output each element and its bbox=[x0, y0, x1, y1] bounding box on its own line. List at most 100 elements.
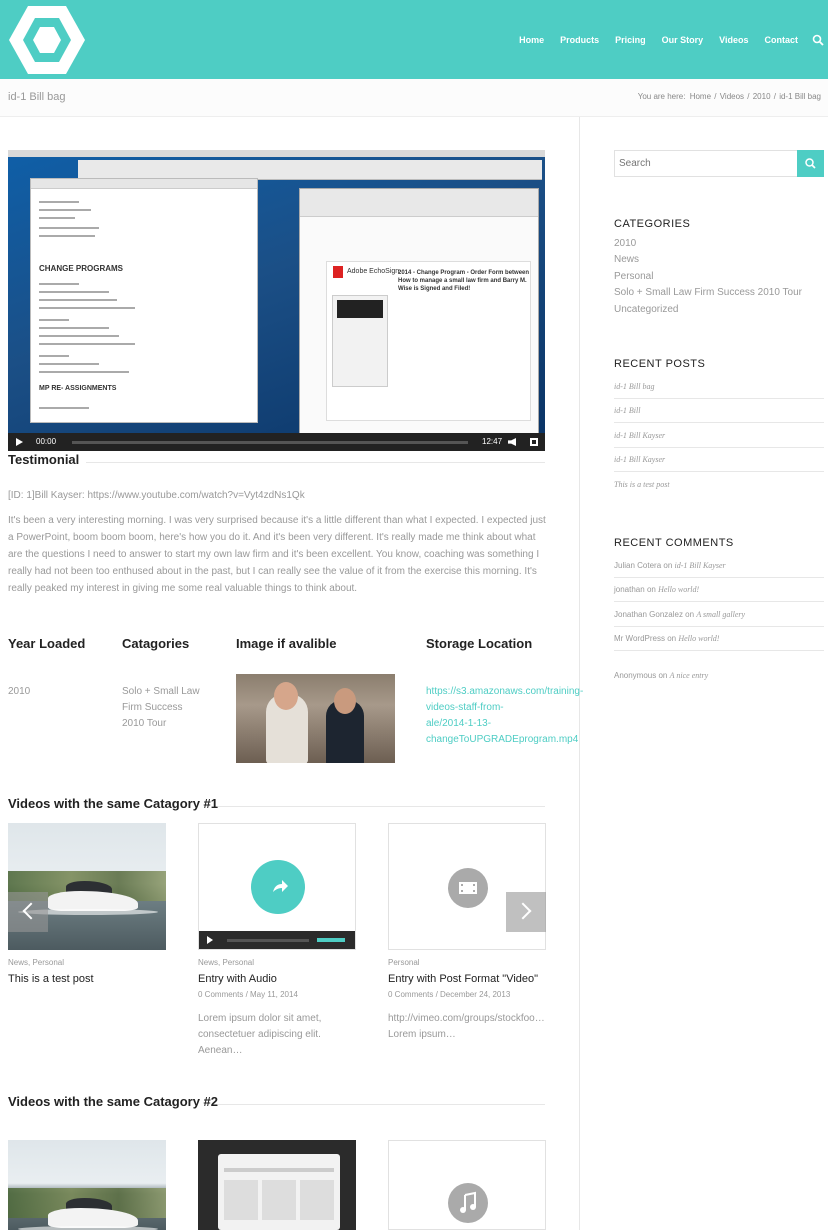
category-link[interactable]: Personal bbox=[614, 271, 653, 282]
card-image-screenshot[interactable] bbox=[198, 1140, 356, 1230]
breadcrumb-label: You are here: bbox=[637, 92, 686, 101]
card-excerpt-line: consectetuer adipiscing elit. bbox=[198, 1029, 321, 1040]
comment-post-link[interactable]: Hello world! bbox=[678, 634, 719, 643]
audio-player[interactable] bbox=[199, 931, 355, 949]
card-title[interactable]: Entry with Post Format "Video" bbox=[388, 973, 538, 985]
heading-rule bbox=[86, 462, 545, 463]
storage-link-line[interactable]: videos-staff-from- bbox=[426, 700, 583, 716]
cell-year: 2010 bbox=[8, 686, 31, 697]
video-icon bbox=[448, 868, 488, 908]
recent-post-link[interactable]: id-1 Bill bbox=[614, 406, 824, 423]
heading-rule bbox=[218, 1104, 545, 1105]
video-player[interactable]: CHANGE PROGRAMS MP RE- ASSIGNMENTS Adobe… bbox=[8, 150, 545, 451]
comment-post-link[interactable]: A nice entry bbox=[670, 671, 709, 680]
category-link[interactable]: 2010 bbox=[614, 238, 636, 249]
storage-link-line[interactable]: ale/2014-1-13- bbox=[426, 716, 583, 732]
categories-heading: CATEGORIES bbox=[614, 218, 691, 230]
comment-author[interactable]: jonathan bbox=[614, 585, 645, 594]
recent-comment: Jonathan Gonzalez on A small gallery bbox=[614, 610, 824, 627]
card-excerpt-line: http://vimeo.com/groups/stockfoo… bbox=[388, 1013, 545, 1024]
card-meta[interactable]: News, Personal bbox=[198, 958, 254, 967]
card-title[interactable]: This is a test post bbox=[8, 973, 94, 985]
search-icon bbox=[805, 158, 816, 169]
card-excerpt-line: Aenean… bbox=[198, 1045, 243, 1056]
comment-on: on bbox=[663, 561, 673, 570]
search-input[interactable] bbox=[615, 151, 797, 176]
breadcrumb-2010[interactable]: 2010 bbox=[753, 92, 771, 101]
comment-author[interactable]: Mr WordPress bbox=[614, 634, 665, 643]
category-link[interactable]: News bbox=[614, 254, 639, 265]
recent-comment: Anonymous on A nice entry bbox=[614, 671, 824, 687]
breadcrumb-videos[interactable]: Videos bbox=[720, 92, 744, 101]
comment-on: on bbox=[646, 585, 656, 594]
comment-author[interactable]: Anonymous bbox=[614, 671, 656, 680]
adobe-label: Adobe EchoSign bbox=[347, 268, 400, 275]
recent-posts-heading: RECENT POSTS bbox=[614, 358, 706, 370]
card-meta[interactable]: News, Personal bbox=[8, 958, 64, 967]
storage-link-line[interactable]: changeToUPGRADEprogram.mp4 bbox=[426, 732, 583, 748]
comment-on: on bbox=[685, 610, 695, 619]
card-excerpt-line: Lorem ipsum dolor sit amet, bbox=[198, 1013, 322, 1024]
storage-link[interactable]: https://s3.amazonaws.com/training- video… bbox=[426, 684, 583, 748]
email-title: 2014 - Change Program - Order Form betwe… bbox=[398, 270, 530, 292]
video-time-total: 12:47 bbox=[482, 437, 503, 446]
recent-comments-heading: RECENT COMMENTS bbox=[614, 537, 734, 549]
recent-post-link[interactable]: id-1 Bill bag bbox=[614, 382, 824, 399]
search-button[interactable] bbox=[797, 150, 824, 177]
card-image[interactable] bbox=[8, 1140, 166, 1230]
play-icon[interactable] bbox=[16, 438, 23, 446]
recent-post-link[interactable]: This is a test post bbox=[614, 480, 824, 496]
video-screen-window-notes: CHANGE PROGRAMS MP RE- ASSIGNMENTS bbox=[30, 178, 258, 423]
play-icon[interactable] bbox=[207, 936, 213, 944]
testimonial-photo bbox=[236, 674, 395, 763]
sidebar-divider bbox=[579, 117, 580, 1230]
logo-hexagon-icon[interactable] bbox=[8, 4, 86, 76]
testimonial-body: It's been a very interesting morning. I … bbox=[8, 515, 546, 594]
page-title: id-1 Bill bag bbox=[8, 91, 66, 103]
volume-icon[interactable] bbox=[508, 438, 516, 446]
card-meta[interactable]: Personal bbox=[388, 958, 420, 967]
video-window-heading: CHANGE PROGRAMS bbox=[39, 264, 124, 273]
recent-post-link[interactable]: id-1 Bill Kayser bbox=[614, 455, 824, 472]
music-icon bbox=[448, 1183, 488, 1223]
category-link[interactable]: Solo + Small Law Firm Success 2010 Tour bbox=[614, 287, 802, 298]
nav-pricing[interactable]: Pricing bbox=[615, 35, 646, 45]
cell-categories: Solo + Small Law Firm Success 2010 Tour bbox=[122, 684, 200, 732]
recent-comment: Mr WordPress on Hello world! bbox=[614, 634, 824, 651]
comment-post-link[interactable]: Hello world! bbox=[658, 585, 699, 594]
related-heading-1: Videos with the same Catagory #1 bbox=[8, 796, 218, 811]
card-excerpt: http://vimeo.com/groups/stockfoo… Lorem … bbox=[388, 1011, 546, 1043]
card-sub: 0 Comments / May 11, 2014 bbox=[198, 990, 298, 999]
search-icon[interactable] bbox=[812, 34, 824, 46]
comment-post-link[interactable]: id-1 Bill Kayser bbox=[675, 561, 726, 570]
col-header-image: Image if avalible bbox=[236, 636, 337, 651]
card-image-audio[interactable] bbox=[198, 823, 356, 950]
recent-comment: jonathan on Hello world! bbox=[614, 585, 824, 602]
video-progress-bar[interactable] bbox=[72, 441, 468, 444]
nav-our-story[interactable]: Our Story bbox=[662, 35, 704, 45]
comment-author[interactable]: Julian Cotera bbox=[614, 561, 661, 570]
testimonial-heading: Testimonial bbox=[8, 452, 80, 467]
breadcrumb-home[interactable]: Home bbox=[690, 92, 711, 101]
nav-videos[interactable]: Videos bbox=[719, 35, 748, 45]
nav-products[interactable]: Products bbox=[560, 35, 599, 45]
chevron-left-icon[interactable] bbox=[8, 892, 48, 932]
card-excerpt-line: Lorem ipsum… bbox=[388, 1029, 456, 1040]
card-image-audio[interactable] bbox=[388, 1140, 546, 1230]
chevron-right-icon[interactable] bbox=[506, 892, 546, 932]
heading-rule bbox=[218, 806, 545, 807]
title-bar: id-1 Bill bag You are here: Home / Video… bbox=[0, 79, 828, 117]
nav-home[interactable]: Home bbox=[519, 35, 544, 45]
comment-author[interactable]: Jonathan Gonzalez bbox=[614, 610, 683, 619]
storage-link-line[interactable]: https://s3.amazonaws.com/training- bbox=[426, 684, 583, 700]
sidebar-search bbox=[614, 150, 798, 177]
recent-post-link[interactable]: id-1 Bill Kayser bbox=[614, 431, 824, 448]
category-link[interactable]: Uncategorized bbox=[614, 304, 678, 315]
comment-post-link[interactable]: A small gallery bbox=[696, 610, 745, 619]
breadcrumb: You are here: Home / Videos / 2010 / id-… bbox=[637, 92, 821, 101]
card-title[interactable]: Entry with Audio bbox=[198, 973, 277, 985]
cell-category-line: Solo + Small Law bbox=[122, 686, 200, 697]
fullscreen-icon[interactable] bbox=[530, 438, 538, 446]
share-icon bbox=[251, 860, 305, 914]
nav-contact[interactable]: Contact bbox=[765, 35, 799, 45]
